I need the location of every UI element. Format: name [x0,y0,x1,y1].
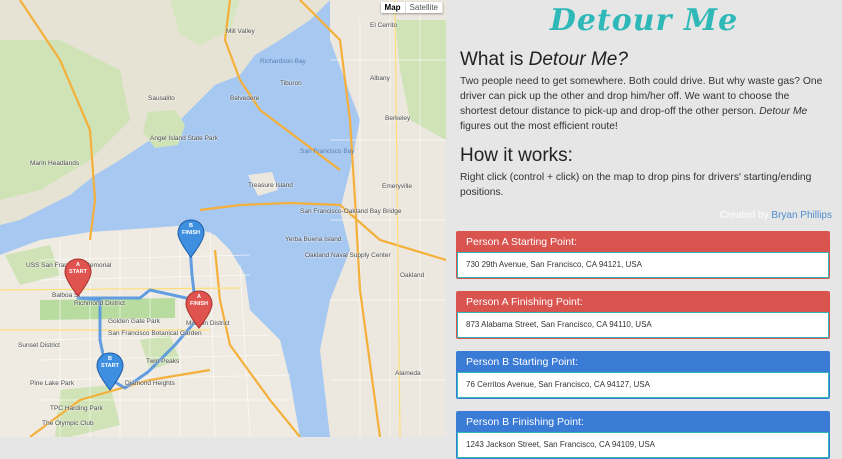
pin-b-finish[interactable]: B FINISH [177,219,205,259]
map-label-treasure-island: Treasure Island [248,182,293,189]
map-label-angel-island: Angel Island State Park [150,135,218,142]
map-label-yerba-buena: Yerba Buena Island [285,236,342,243]
pin-a-finish-label: FINISH [189,300,209,307]
map-type-map-button[interactable]: Map [380,2,406,13]
angel-island [143,110,185,148]
person-b-start-card: Person B Starting Point: 76 Cerritos Ave… [456,351,830,399]
credit-line: Created by Bryan Phillips [460,210,832,221]
about-heading-app-name: Detour Me? [528,49,628,70]
map-label-diamond-heights: Diamond Heights [125,380,175,387]
map-label-twin-peaks: Twin Peaks [146,358,180,365]
person-a-start-title: Person A Starting Point: [457,232,829,252]
map-label-richardson-bay: Richardson Bay [260,58,306,65]
person-a-finish-title: Person A Finishing Point: [457,292,829,312]
how-description: Right click (control + click) on the map… [460,172,812,198]
pin-a-finish[interactable]: A FINISH [185,290,213,330]
map-type-satellite-button[interactable]: Satellite [405,2,443,13]
about-heading-prefix: What is [460,49,529,70]
map-label-mill-valley: Mill Valley [226,28,255,35]
map-label-alameda: Alameda [395,370,421,377]
info-panel: Detour Me What is Detour Me? Two people … [446,0,842,459]
map-label-bay-bridge: San Francisco-Oakland Bay Bridge [300,208,402,215]
map-label-golden-gate-park: Golden Gate Park [108,318,161,325]
app-logo-title: Detour Me [549,3,739,38]
person-b-finish-title: Person B Finishing Point: [457,412,829,432]
about-text-app-name: Detour Me [759,106,808,117]
person-a-start-address[interactable]: 730 29th Avenue, San Francisco, CA 94121… [457,252,829,278]
map-label-oakland: Oakland [400,272,425,279]
map-label-albany: Albany [370,75,390,82]
map-label-tiburon: Tiburon [280,80,302,87]
pin-a-start[interactable]: A START [64,258,92,298]
map-label-tpc-harding: TPC Harding Park [50,405,103,412]
map-label-sunset-district: Sunset District [18,342,60,349]
map-label-emeryville: Emeryville [382,183,412,190]
about-description: Two people need to get somewhere. Both c… [460,74,828,134]
author-link[interactable]: Bryan Phillips [771,210,832,221]
person-b-finish-address[interactable]: 1243 Jackson Street, San Francisco, CA 9… [457,432,829,458]
about-heading: What is Detour Me? [460,49,828,71]
map-type-toggle[interactable]: Map Satellite [380,2,443,13]
route-map[interactable]: Mill Valley Sausalito Belvedere Tiburon … [0,0,446,437]
map-label-marin-headlands: Marin Headlands [30,160,80,167]
map-label-pine-lake: Pine Lake Park [30,380,75,387]
map-label-olympic-club: The Olympic Club [42,420,94,427]
map-label-richmond-district: Richmond District [74,300,125,307]
map-label-sausalito: Sausalito [148,95,175,102]
map-label-el-cerrito: El Cerrito [370,22,398,29]
pin-b-start-label: START [101,362,119,369]
person-a-finish-address[interactable]: 873 Alabama Street, San Francisco, CA 94… [457,312,829,338]
person-b-finish-card: Person B Finishing Point: 1243 Jackson S… [456,411,830,459]
person-b-start-title: Person B Starting Point: [457,352,829,372]
map-label-san-francisco-bay: San Francisco Bay [300,148,355,155]
map-canvas[interactable] [0,0,446,437]
map-label-oakland-naval: Oakland Naval Supply Center [305,252,391,259]
map-label-berkeley: Berkeley [385,115,411,122]
person-a-start-card: Person A Starting Point: 730 29th Avenue… [456,231,830,279]
how-heading: How it works: [460,145,573,166]
about-text-part-2: figures out the most efficient route! [460,121,618,132]
map-label-sf-botanical: San Francisco Botanical Garden [108,330,202,337]
credit-prefix: Created by [719,210,772,221]
map-label-belvedere: Belvedere [230,95,260,102]
pin-b-finish-label: FINISH [181,229,201,236]
pin-a-start-label: START [69,268,87,275]
person-a-finish-card: Person A Finishing Point: 873 Alabama St… [456,291,830,339]
pin-b-start[interactable]: B START [96,352,124,392]
person-b-start-address[interactable]: 76 Cerritos Avenue, San Francisco, CA 94… [457,372,829,398]
